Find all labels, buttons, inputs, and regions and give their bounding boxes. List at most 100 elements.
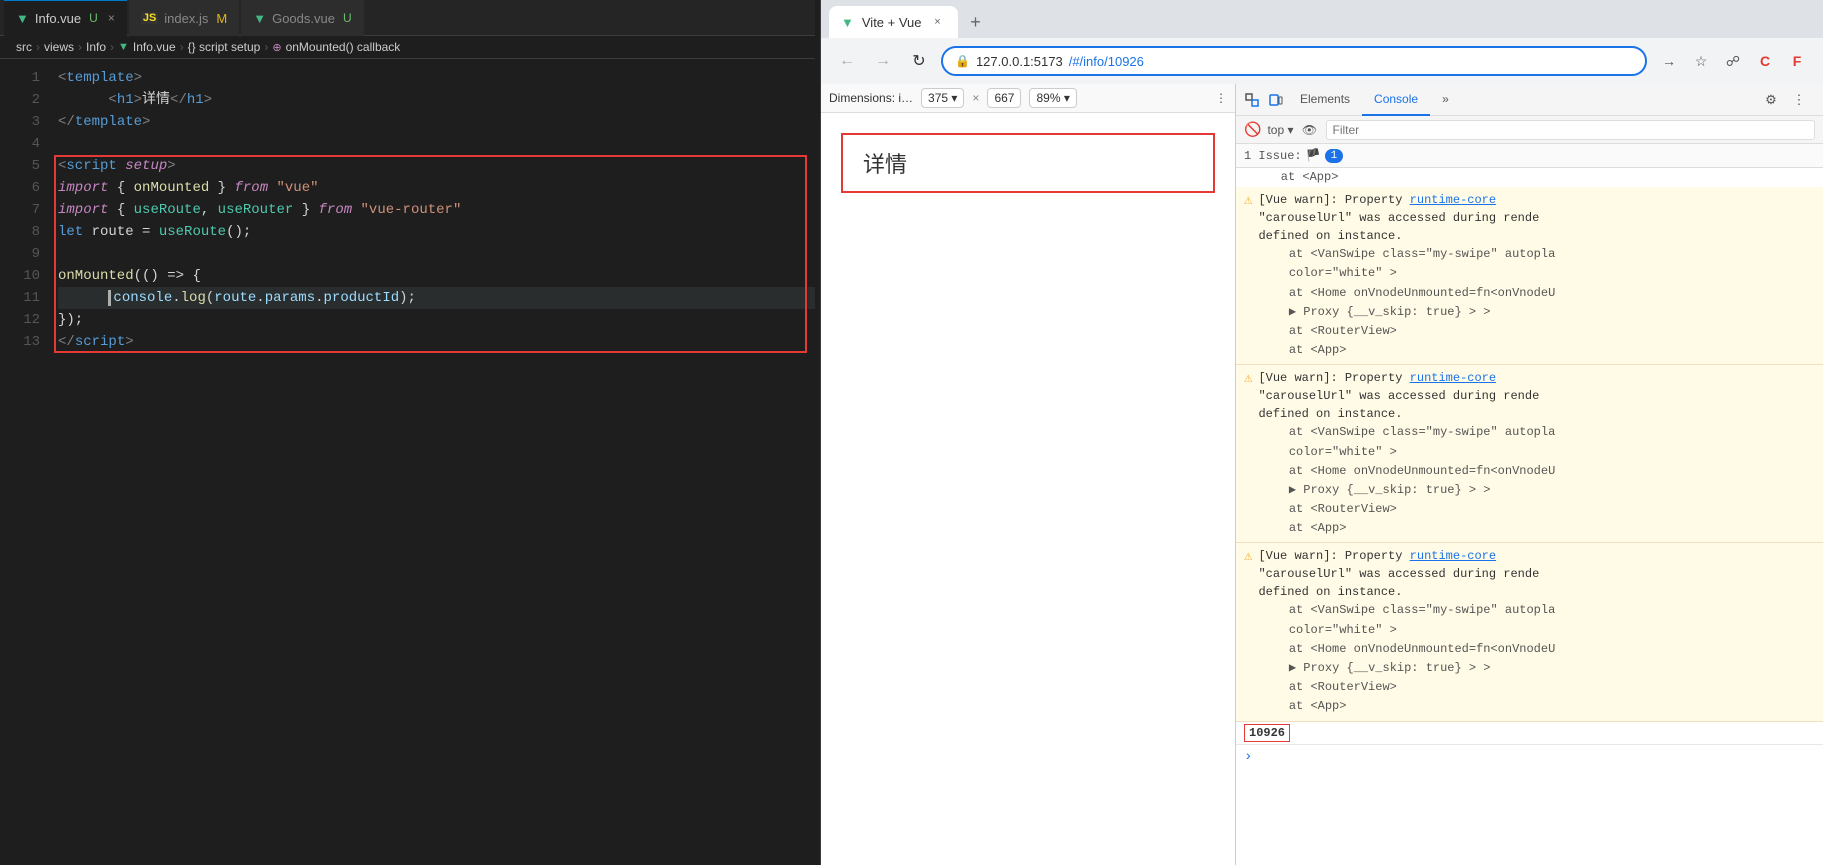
- tab-index-js-label: index.js: [164, 11, 208, 26]
- code-line-12: });: [58, 309, 815, 331]
- browser-toolbar: ← → ↻ 🔒 127.0.0.1:5173 /#/info/10926 → ☆…: [821, 38, 1823, 84]
- browser-pane: ▼ Vite + Vue × + ← → ↻ 🔒 127.0.0.1:5173 …: [820, 0, 1823, 865]
- dimensions-x: ×: [972, 91, 979, 105]
- code-content[interactable]: <template> <h1> 详情 </h1> </template> <sc…: [50, 59, 815, 865]
- devtools-action-icons: ⚙ ⋮: [1759, 88, 1819, 112]
- address-url-prefix: 127.0.0.1:5173: [976, 54, 1063, 69]
- breadcrumb-script: {} script setup: [188, 40, 261, 54]
- tab-info-vue-label: Info.vue: [35, 11, 81, 26]
- editor-pane: ▼ Info.vue U × JS index.js M ▼ Goods.vue…: [0, 0, 815, 865]
- console-filter-input[interactable]: [1326, 120, 1816, 140]
- issue-bar: 1 Issue: 🏴 1: [1236, 144, 1823, 168]
- close-devtools-button[interactable]: ⋮: [1787, 88, 1811, 112]
- tab-goods-indicator: U: [343, 11, 352, 25]
- viewport-toolbar: Dimensions: i… 375 ▾ × 667 89% ▾ ⋮: [821, 84, 1235, 113]
- forward-button[interactable]: →: [869, 47, 897, 75]
- code-line-1: <template>: [58, 67, 815, 89]
- warning-text-3: [Vue warn]: Property runtime-core "carou…: [1258, 547, 1815, 716]
- code-line-6: import { onMounted } from "vue": [58, 177, 815, 199]
- height-select[interactable]: 667: [987, 88, 1021, 108]
- share-button[interactable]: →: [1655, 47, 1683, 75]
- tab-more[interactable]: »: [1430, 84, 1461, 116]
- runtime-core-link-3[interactable]: runtime-core: [1410, 549, 1496, 563]
- breadcrumb-func-icon: ⊕: [272, 41, 281, 54]
- output-value: 10926: [1244, 724, 1290, 742]
- code-line-2: <h1> 详情 </h1>: [58, 89, 815, 111]
- lock-icon: 🔒: [955, 54, 970, 68]
- devtools-panel: Elements Console » ⚙ ⋮ 🚫 top ▾ 👁: [1236, 84, 1823, 865]
- breadcrumb-views: views: [44, 40, 74, 54]
- tab-elements[interactable]: Elements: [1288, 84, 1362, 116]
- vue-icon: ▼: [16, 11, 29, 26]
- console-cursor: ›: [1236, 745, 1823, 769]
- new-tab-button[interactable]: +: [962, 8, 990, 36]
- tab-modified-indicator: M: [216, 11, 227, 26]
- browser-chrome: ▼ Vite + Vue × + ← → ↻ 🔒 127.0.0.1:5173 …: [821, 0, 1823, 84]
- warning-text-1: [Vue warn]: Property runtime-core "carou…: [1258, 191, 1815, 360]
- refresh-button[interactable]: ↻: [905, 47, 933, 75]
- browser-tab-close[interactable]: ×: [930, 14, 946, 30]
- warning-icon-2: ⚠: [1244, 370, 1252, 538]
- browser-tab-vite[interactable]: ▼ Vite + Vue ×: [829, 6, 958, 38]
- address-url-path: /#/info/10926: [1069, 54, 1144, 69]
- detail-box: 详情: [841, 133, 1215, 193]
- more-options-button[interactable]: ⋮: [1215, 91, 1227, 105]
- warning-text-2: [Vue warn]: Property runtime-core "carou…: [1258, 369, 1815, 538]
- line-numbers: 1 2 3 4 5 6 7 8 9 10 11 12 13: [0, 59, 50, 865]
- warning-icon-3: ⚠: [1244, 548, 1252, 716]
- c-icon-button[interactable]: C: [1751, 47, 1779, 75]
- console-top-button: top ▾: [1267, 123, 1293, 137]
- tab-index-js[interactable]: JS index.js M: [129, 0, 239, 36]
- clear-console-button[interactable]: 🚫: [1244, 121, 1261, 138]
- back-button[interactable]: ←: [833, 47, 861, 75]
- address-bar[interactable]: 🔒 127.0.0.1:5173 /#/info/10926: [941, 46, 1647, 76]
- tab-console[interactable]: Console: [1362, 84, 1430, 116]
- browser-tab-vue-icon: ▼: [841, 15, 854, 30]
- breadcrumb-info-vue: Info.vue: [133, 40, 176, 54]
- browser-tab-bar: ▼ Vite + Vue × +: [821, 0, 1823, 38]
- code-area: 1 2 3 4 5 6 7 8 9 10 11 12 13 <template>: [0, 59, 815, 865]
- vue-icon-goods: ▼: [253, 11, 266, 26]
- tab-goods-vue[interactable]: ▼ Goods.vue U: [241, 0, 363, 36]
- issue-label: 1 Issue:: [1244, 149, 1302, 163]
- code-line-11: console . log ( route . params . product…: [58, 287, 815, 309]
- tab-goods-vue-label: Goods.vue: [272, 11, 335, 26]
- issue-count: 1: [1325, 149, 1344, 163]
- browser-action-buttons: → ☆ ☍ C F: [1655, 47, 1811, 75]
- breadcrumb-vue-icon: ▼: [118, 41, 129, 53]
- code-line-9: [58, 243, 815, 265]
- code-line-13: </script>: [58, 331, 815, 353]
- viewport: Dimensions: i… 375 ▾ × 667 89% ▾ ⋮ 详情: [821, 84, 1236, 865]
- viewport-content: 详情: [821, 113, 1235, 865]
- console-content[interactable]: 1 Issue: 🏴 1 at <App> ⚠ [Vue warn]: Prop…: [1236, 144, 1823, 865]
- code-line-7: import { useRoute , useRouter } from "vu…: [58, 199, 815, 221]
- device-toolbar-button[interactable]: [1264, 88, 1288, 112]
- console-warning-2: ⚠ [Vue warn]: Property runtime-core "car…: [1236, 365, 1823, 543]
- code-line-8: let route = useRoute ();: [58, 221, 815, 243]
- zoom-select[interactable]: 89% ▾: [1029, 88, 1076, 108]
- tab-info-vue-close[interactable]: ×: [108, 11, 115, 25]
- code-line-5: <script setup >: [58, 155, 815, 177]
- console-warning-3: ⚠ [Vue warn]: Property runtime-core "car…: [1236, 543, 1823, 721]
- runtime-core-link-1[interactable]: runtime-core: [1410, 193, 1496, 207]
- f-icon-button[interactable]: F: [1783, 47, 1811, 75]
- extensions-button[interactable]: ☍: [1719, 47, 1747, 75]
- code-line-10: onMounted (() => {: [58, 265, 815, 287]
- tab-indicator-u: U: [89, 11, 98, 25]
- console-toolbar: 🚫 top ▾ 👁: [1236, 116, 1823, 144]
- code-line-3: </template>: [58, 111, 815, 133]
- eye-button[interactable]: 👁: [1300, 120, 1320, 140]
- devtools-tab-bar: Elements Console » ⚙ ⋮: [1236, 84, 1823, 116]
- console-output-10926: 10926: [1236, 722, 1823, 745]
- browser-tab-label: Vite + Vue: [862, 15, 922, 30]
- runtime-core-link-2[interactable]: runtime-core: [1410, 371, 1496, 385]
- dimensions-select[interactable]: 375 ▾: [921, 88, 964, 108]
- bookmark-button[interactable]: ☆: [1687, 47, 1715, 75]
- browser-body: Dimensions: i… 375 ▾ × 667 89% ▾ ⋮ 详情: [821, 84, 1823, 865]
- inspect-button[interactable]: [1240, 88, 1264, 112]
- settings-button[interactable]: ⚙: [1759, 88, 1783, 112]
- issue-icon[interactable]: 🏴: [1306, 148, 1321, 163]
- tab-info-vue[interactable]: ▼ Info.vue U ×: [4, 0, 127, 36]
- warning-icon-1: ⚠: [1244, 192, 1252, 360]
- breadcrumb: src › views › Info › ▼ Info.vue › {} scr…: [0, 36, 815, 59]
